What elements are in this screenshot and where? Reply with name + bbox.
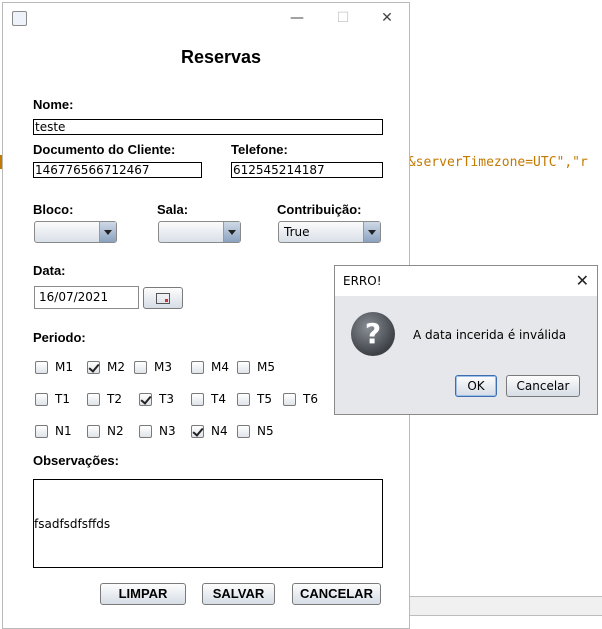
data-input[interactable]: 16/07/2021 [34, 286, 139, 309]
checkbox-label: T1 [55, 392, 70, 406]
calendar-icon [156, 293, 170, 304]
checkbox-t4[interactable]: T4 [191, 391, 226, 407]
dialog-cancel-button[interactable]: Cancelar [506, 375, 580, 397]
nome-label: Nome: [33, 97, 74, 112]
cancelar-button[interactable]: CANCELAR [292, 583, 381, 605]
dialog-title: ERRO! [343, 274, 382, 288]
checkbox-t1[interactable]: T1 [35, 391, 70, 407]
observacoes-label: Observações: [33, 453, 119, 468]
checkbox-t2[interactable]: T2 [87, 391, 122, 407]
checkbox-n1[interactable]: N1 [35, 423, 72, 439]
checkbox-box-checked [139, 392, 152, 406]
question-icon: ? [351, 312, 395, 356]
checkbox-box [283, 392, 296, 406]
checkbox-n3[interactable]: N3 [139, 423, 176, 439]
checkbox-label: T3 [159, 392, 174, 406]
minimize-button[interactable]: — [287, 9, 307, 27]
checkbox-box [191, 360, 204, 374]
checkbox-label: N2 [107, 424, 124, 438]
checkbox-label: M2 [107, 360, 125, 374]
ok-button[interactable]: OK [455, 375, 497, 397]
checkbox-label: M3 [154, 360, 172, 374]
checkbox-box [237, 392, 250, 406]
checkbox-t3[interactable]: T3 [139, 391, 174, 407]
contribuicao-label: Contribuição: [277, 202, 362, 217]
checkbox-n2[interactable]: N2 [87, 423, 124, 439]
sala-select[interactable] [158, 221, 241, 243]
bloco-label: Bloco: [33, 202, 74, 217]
checkbox-box [35, 360, 48, 374]
maximize-button[interactable]: ☐ [333, 9, 353, 27]
checkbox-label: N4 [211, 424, 228, 438]
checkbox-label: T2 [107, 392, 122, 406]
chevron-down-icon [363, 222, 380, 242]
checkbox-box [191, 392, 204, 406]
close-button[interactable]: ✕ [377, 9, 397, 27]
contribuicao-value: True [284, 225, 310, 239]
sala-label: Sala: [157, 202, 189, 217]
checkbox-box [134, 360, 147, 374]
checkbox-label: M5 [257, 360, 275, 374]
checkbox-box [237, 424, 250, 438]
contribuicao-select[interactable]: True [278, 221, 381, 243]
bloco-select[interactable] [34, 221, 117, 243]
checkbox-m1[interactable]: M1 [35, 359, 73, 375]
checkbox-box [87, 392, 100, 406]
checkbox-label: N3 [159, 424, 176, 438]
checkbox-label: T6 [303, 392, 318, 406]
chevron-down-icon [99, 222, 116, 242]
checkbox-box [237, 360, 250, 374]
checkbox-box [35, 424, 48, 438]
checkbox-t6[interactable]: T6 [283, 391, 318, 407]
checkbox-t5[interactable]: T5 [237, 391, 272, 407]
checkbox-label: T5 [257, 392, 272, 406]
documento-input[interactable]: 146776566712467 [33, 162, 202, 178]
checkbox-box [139, 424, 152, 438]
checkbox-box [87, 424, 100, 438]
error-dialog: ERRO! ✕ ? A data incerida é inválida OK … [334, 265, 598, 415]
checkbox-label: M1 [55, 360, 73, 374]
checkbox-box-checked [87, 360, 100, 374]
checkbox-box-checked [191, 424, 204, 438]
java-icon [12, 11, 27, 26]
page-title: Reservas [181, 47, 262, 67]
limpar-button[interactable]: LIMPAR [100, 583, 186, 605]
nome-input[interactable]: teste [33, 119, 383, 135]
checkbox-m2[interactable]: M2 [87, 359, 125, 375]
checkbox-label: N5 [257, 424, 274, 438]
observacoes-text: fsadfsdfsffds [34, 517, 111, 531]
checkbox-n4[interactable]: N4 [191, 423, 228, 439]
background-code-text: e&serverTimezone=UTC","r [400, 155, 588, 170]
checkbox-m3[interactable]: M3 [134, 359, 172, 375]
background-scrollbar [400, 596, 602, 616]
dialog-message: A data incerida é inválida [413, 328, 567, 342]
checkbox-label: N1 [55, 424, 72, 438]
close-icon[interactable]: ✕ [576, 271, 589, 290]
calendar-button[interactable] [143, 287, 183, 309]
telefone-input[interactable]: 612545214187 [231, 162, 383, 178]
checkbox-label: T4 [211, 392, 226, 406]
checkbox-m4[interactable]: M4 [191, 359, 229, 375]
checkbox-box [35, 392, 48, 406]
salvar-button[interactable]: SALVAR [202, 583, 275, 605]
checkbox-label: M4 [211, 360, 229, 374]
documento-label: Documento do Cliente: [33, 142, 176, 157]
checkbox-n5[interactable]: N5 [237, 423, 274, 439]
telefone-label: Telefone: [231, 142, 288, 157]
chevron-down-icon [223, 222, 240, 242]
periodo-label: Periodo: [33, 330, 86, 345]
dialog-titlebar: ERRO! ✕ [335, 266, 597, 296]
observacoes-textarea[interactable]: fsadfsdfsffds [33, 479, 383, 568]
data-label: Data: [33, 263, 66, 278]
checkbox-m5[interactable]: M5 [237, 359, 275, 375]
